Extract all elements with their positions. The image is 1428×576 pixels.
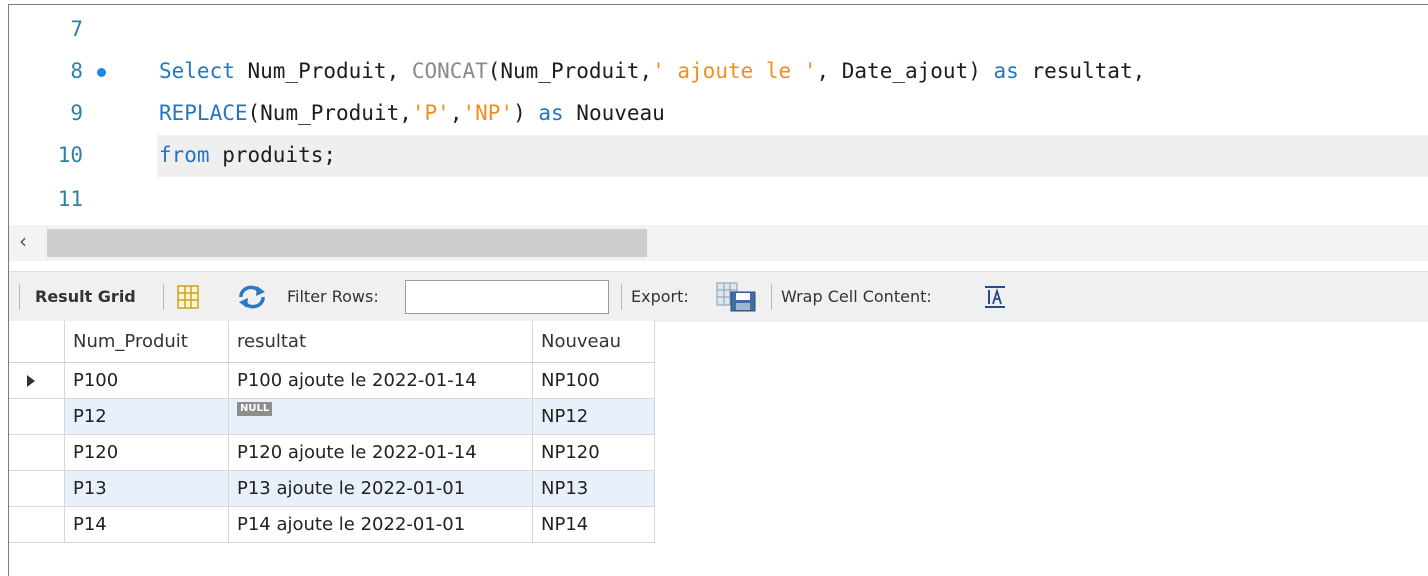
row-selector[interactable] — [9, 471, 65, 507]
filter-rows-input[interactable] — [405, 280, 609, 314]
result-grid-tab[interactable]: Result Grid — [35, 287, 136, 306]
keyword-as: as — [993, 59, 1019, 83]
line-number: 11 — [57, 187, 83, 211]
cell-nouveau[interactable]: NP120 — [533, 435, 655, 471]
export-label: Export: — [631, 287, 689, 306]
code-line-8[interactable]: 8 Select Num_Produit, CONCAT(Num_Produit… — [9, 51, 1428, 93]
column-header-num-produit[interactable]: Num_Produit — [65, 321, 229, 363]
code-token: Nouveau — [563, 101, 665, 125]
string-literal: ' ajoute le ' — [652, 59, 817, 83]
grid-view-icon[interactable] — [177, 285, 199, 313]
line-number: 8 — [70, 59, 83, 83]
column-header-nouveau[interactable]: Nouveau — [533, 321, 655, 363]
cell-resultat[interactable]: P100 ajoute le 2022-01-14 — [229, 363, 533, 399]
row-header-corner — [9, 321, 65, 363]
code-token: ) — [513, 101, 539, 125]
null-badge: NULL — [237, 402, 273, 416]
column-header-resultat[interactable]: resultat — [229, 321, 533, 363]
scroll-left-icon[interactable]: ‹ — [19, 229, 27, 253]
cell-resultat[interactable]: NULL — [229, 399, 533, 435]
string-literal: 'P' — [411, 101, 450, 125]
row-selector[interactable] — [9, 435, 65, 471]
refresh-icon[interactable] — [235, 285, 269, 313]
line-number: 10 — [57, 143, 83, 167]
scrollbar-thumb[interactable] — [47, 229, 647, 257]
code-token: , Date_ajout) — [816, 59, 994, 83]
cell-num-produit[interactable]: P100 — [65, 363, 229, 399]
keyword-from: from — [159, 143, 210, 167]
code-line-10[interactable]: 10 from produits; — [9, 135, 1428, 177]
function-concat: CONCAT — [411, 59, 488, 83]
code-token: (Num_Produit, — [487, 59, 653, 83]
toolbar-separator — [163, 284, 164, 310]
wrap-cell-content-label: Wrap Cell Content: — [781, 287, 932, 306]
line-number: 7 — [70, 17, 83, 41]
workbench-frame: 7 8 Select Num_Produit, CONCAT(Num_Produ… — [8, 4, 1428, 576]
code-text: Select Num_Produit, CONCAT(Num_Produit,'… — [159, 59, 1145, 83]
row-selector[interactable] — [9, 507, 65, 543]
cell-nouveau[interactable]: NP13 — [533, 471, 655, 507]
code-token: Num_Produit, — [234, 59, 412, 83]
row-selector[interactable] — [9, 399, 65, 435]
wrap-cell-icon[interactable] — [983, 285, 1007, 313]
row-selector[interactable] — [9, 363, 65, 399]
cell-num-produit[interactable]: P14 — [65, 507, 229, 543]
sql-editor[interactable]: 7 8 Select Num_Produit, CONCAT(Num_Produ… — [9, 5, 1428, 223]
cell-num-produit[interactable]: P13 — [65, 471, 229, 507]
breakpoint-dot-icon — [97, 68, 106, 77]
code-token: (Num_Produit, — [247, 101, 412, 125]
function-replace: REPLACE — [159, 101, 248, 125]
line-number: 9 — [70, 101, 83, 125]
code-line-11[interactable]: 11 — [9, 179, 1428, 221]
keyword-select: Select — [159, 59, 235, 83]
toolbar-separator — [19, 284, 20, 310]
code-line-9[interactable]: 9 REPLACE(Num_Produit,'P','NP') as Nouve… — [9, 93, 1428, 135]
filter-rows-label: Filter Rows: — [287, 287, 379, 306]
cell-resultat[interactable]: P120 ajoute le 2022-01-14 — [229, 435, 533, 471]
keyword-as: as — [538, 101, 564, 125]
toolbar-separator — [621, 284, 622, 310]
code-token: , — [449, 101, 463, 125]
cell-resultat[interactable]: P13 ajoute le 2022-01-01 — [229, 471, 533, 507]
code-text: REPLACE(Num_Produit,'P','NP') as Nouveau — [159, 101, 665, 125]
export-icon[interactable] — [715, 282, 759, 316]
code-line-7[interactable]: 7 — [9, 9, 1428, 51]
toolbar-separator — [771, 284, 772, 310]
code-token: produits; — [209, 143, 337, 167]
string-literal: 'NP' — [462, 101, 514, 125]
cell-num-produit[interactable]: P120 — [65, 435, 229, 471]
cell-num-produit[interactable]: P12 — [65, 399, 229, 435]
cell-nouveau[interactable]: NP14 — [533, 507, 655, 543]
code-text: from produits; — [159, 143, 336, 167]
cell-nouveau[interactable]: NP12 — [533, 399, 655, 435]
cell-nouveau[interactable]: NP100 — [533, 363, 655, 399]
editor-horizontal-scrollbar[interactable]: ‹ — [9, 225, 1428, 261]
result-toolbar: Result Grid Filter Rows: Export: Wrap Ce… — [9, 271, 1428, 322]
cell-resultat[interactable]: P14 ajoute le 2022-01-01 — [229, 507, 533, 543]
code-token: resultat, — [1018, 59, 1146, 83]
current-row-icon — [27, 375, 35, 387]
